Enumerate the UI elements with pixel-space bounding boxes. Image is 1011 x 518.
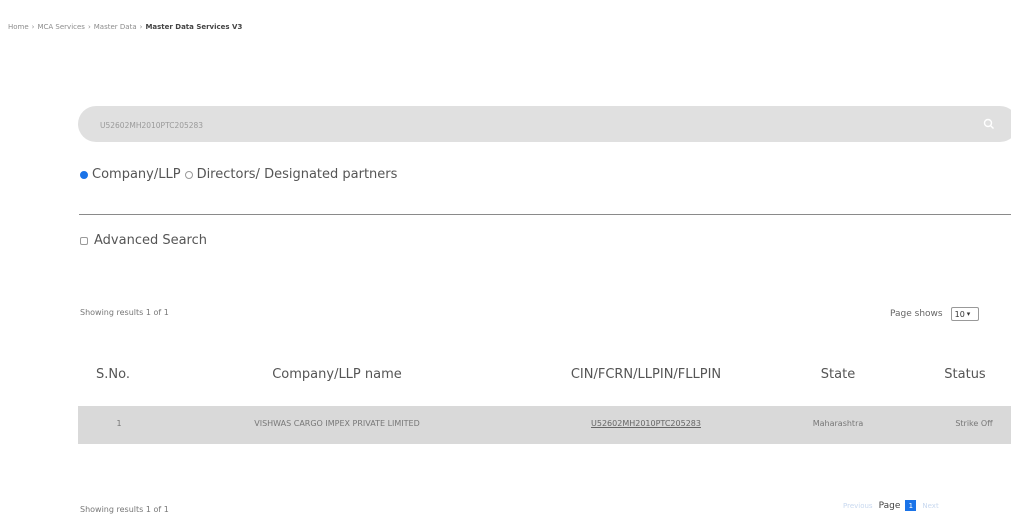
company-llp-radio[interactable] <box>80 170 88 179</box>
column-header-cin: CIN/FCRN/LLPIN/FLLPIN <box>570 367 722 382</box>
cell-status: Strike Off <box>955 419 993 428</box>
entity-type-radio-group: Company/LLP Directors/ Designated partne… <box>80 167 401 182</box>
page-number-button[interactable]: 1 <box>905 500 917 511</box>
table-row <box>78 406 1011 444</box>
page-label: Page <box>878 500 901 511</box>
cell-sno: 1 <box>116 419 122 428</box>
breadcrumb-home[interactable]: Home <box>8 23 29 31</box>
divider <box>79 214 1011 215</box>
breadcrumb-current: Master Data Services V3 <box>145 23 243 31</box>
column-header-status: Status <box>944 367 986 382</box>
directors-label[interactable]: Directors/ Designated partners <box>197 167 398 182</box>
breadcrumb-separator: › <box>87 23 91 31</box>
search-icon[interactable] <box>983 118 995 130</box>
advanced-search-checkbox[interactable] <box>80 236 88 245</box>
next-button[interactable]: Next <box>922 502 938 510</box>
cell-cin-link[interactable]: U52602MH2010PTC205283 <box>591 419 701 428</box>
previous-button[interactable]: Previous <box>843 502 873 510</box>
directors-radio[interactable] <box>184 170 193 179</box>
advanced-search: Advanced Search <box>80 233 207 248</box>
column-header-state: State <box>820 367 856 382</box>
page-size-select[interactable]: 10 ▾ <box>950 307 979 321</box>
search-input[interactable] <box>98 115 902 135</box>
company-llp-label[interactable]: Company/LLP <box>92 167 181 182</box>
advanced-search-label[interactable]: Advanced Search <box>94 233 207 248</box>
cell-company-name: VISHWAS CARGO IMPEX PRIVATE LIMITED <box>254 419 420 428</box>
pagination: Previous Page 1 Next <box>843 500 939 511</box>
chevron-down-icon: ▾ <box>966 310 971 318</box>
breadcrumb-separator: › <box>139 23 143 31</box>
cell-state: Maharashtra <box>812 419 864 428</box>
page-shows-label: Page shows <box>890 309 943 319</box>
search-bar <box>78 106 1011 142</box>
page-size-value: 10 <box>954 309 965 319</box>
breadcrumb-separator: › <box>31 23 35 31</box>
breadcrumb-mca-services[interactable]: MCA Services <box>37 23 84 31</box>
breadcrumb-master-data[interactable]: Master Data <box>94 23 137 31</box>
column-header-sno: S.No. <box>96 367 130 382</box>
results-summary-bottom: Showing results 1 of 1 <box>80 505 169 514</box>
breadcrumb: Home › MCA Services › Master Data › Master Dat… <box>8 23 242 31</box>
page-shows: Page shows 10 ▾ <box>890 307 979 321</box>
results-summary-top: Showing results 1 of 1 <box>80 308 169 317</box>
column-header-company-name: Company/LLP name <box>272 367 402 382</box>
